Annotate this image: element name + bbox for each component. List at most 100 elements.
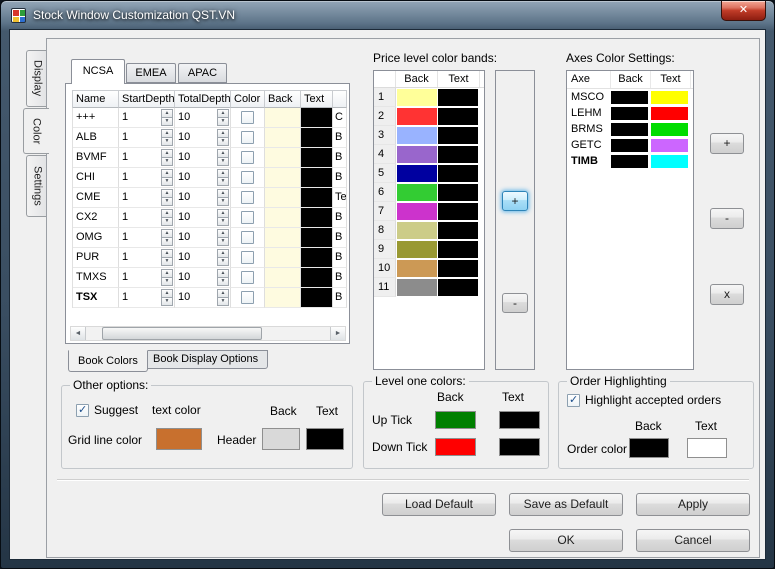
add-axe-button[interactable]: + bbox=[710, 133, 744, 154]
total-depth-cell[interactable]: 10 ▲ ▼ bbox=[175, 188, 231, 208]
start-depth-spinner[interactable]: ▲ ▼ bbox=[161, 109, 173, 126]
spinner-down-icon[interactable]: ▼ bbox=[161, 258, 173, 266]
spinner-up-icon[interactable]: ▲ bbox=[217, 249, 229, 258]
axe-text-swatch[interactable] bbox=[651, 154, 688, 168]
start-depth-spinner[interactable]: ▲ ▼ bbox=[161, 209, 173, 226]
exchange-name-cell[interactable]: CME bbox=[73, 188, 119, 208]
table-row[interactable]: CX2 1 ▲ ▼ 10 ▲ ▼ B bbox=[73, 208, 347, 228]
header-startdepth[interactable]: StartDepth bbox=[119, 90, 175, 108]
spinner-down-icon[interactable]: ▼ bbox=[217, 178, 229, 186]
spinner-down-icon[interactable]: ▼ bbox=[161, 158, 173, 166]
table-row[interactable]: +++ 1 ▲ ▼ 10 ▲ ▼ C bbox=[73, 108, 347, 128]
axe-back-swatch[interactable] bbox=[611, 138, 648, 152]
total-depth-cell[interactable]: 10 ▲ ▼ bbox=[175, 128, 231, 148]
add-band-button[interactable]: + bbox=[502, 191, 528, 211]
back-color-swatch[interactable] bbox=[265, 108, 301, 128]
table-row[interactable]: CME 1 ▲ ▼ 10 ▲ ▼ Te bbox=[73, 188, 347, 208]
table-row[interactable]: OMG 1 ▲ ▼ 10 ▲ ▼ B bbox=[73, 228, 347, 248]
total-depth-cell[interactable]: 10 ▲ ▼ bbox=[175, 268, 231, 288]
back-color-swatch[interactable] bbox=[265, 208, 301, 228]
back-color-swatch[interactable] bbox=[265, 128, 301, 148]
color-checkbox-cell[interactable] bbox=[231, 248, 265, 268]
text-color-swatch[interactable] bbox=[301, 148, 333, 168]
delete-axe-button[interactable]: x bbox=[710, 284, 744, 305]
start-depth-cell[interactable]: 1 ▲ ▼ bbox=[119, 188, 175, 208]
band-text-swatch[interactable] bbox=[438, 222, 478, 239]
spinner-up-icon[interactable]: ▲ bbox=[161, 249, 173, 258]
total-depth-spinner[interactable]: ▲ ▼ bbox=[217, 229, 229, 246]
tab-display[interactable]: Display bbox=[26, 50, 48, 107]
spinner-up-icon[interactable]: ▲ bbox=[217, 209, 229, 218]
total-depth-cell[interactable]: 10 ▲ ▼ bbox=[175, 248, 231, 268]
scroll-right-icon[interactable]: ► bbox=[330, 327, 345, 340]
save-as-default-button[interactable]: Save as Default bbox=[509, 493, 623, 516]
price-band-row[interactable]: 1 bbox=[374, 88, 484, 107]
spinner-up-icon[interactable]: ▲ bbox=[161, 169, 173, 178]
band-text-swatch[interactable] bbox=[438, 203, 478, 220]
back-color-swatch[interactable] bbox=[265, 168, 301, 188]
spinner-up-icon[interactable]: ▲ bbox=[217, 289, 229, 298]
band-text-swatch[interactable] bbox=[438, 108, 478, 125]
axe-name[interactable]: MSCO bbox=[567, 91, 611, 103]
title-bar[interactable]: Stock Window Customization QST.VN ✕ bbox=[1, 1, 774, 29]
exchange-name-cell[interactable]: ALB bbox=[73, 128, 119, 148]
axes-row[interactable]: TIMB bbox=[567, 153, 693, 169]
start-depth-spinner[interactable]: ▲ ▼ bbox=[161, 269, 173, 286]
text-color-swatch[interactable] bbox=[301, 288, 333, 308]
spinner-down-icon[interactable]: ▼ bbox=[161, 298, 173, 306]
total-depth-spinner[interactable]: ▲ ▼ bbox=[217, 249, 229, 266]
start-depth-cell[interactable]: 1 ▲ ▼ bbox=[119, 168, 175, 188]
start-depth-cell[interactable]: 1 ▲ ▼ bbox=[119, 228, 175, 248]
table-row[interactable]: BVMF 1 ▲ ▼ 10 ▲ ▼ B bbox=[73, 148, 347, 168]
axe-name[interactable]: LEHM bbox=[567, 107, 611, 119]
spinner-up-icon[interactable]: ▲ bbox=[161, 109, 173, 118]
spinner-down-icon[interactable]: ▼ bbox=[217, 298, 229, 306]
band-text-swatch[interactable] bbox=[438, 146, 478, 163]
color-checkbox-cell[interactable] bbox=[231, 168, 265, 188]
load-default-button[interactable]: Load Default bbox=[382, 493, 496, 516]
back-color-swatch[interactable] bbox=[265, 268, 301, 288]
spinner-up-icon[interactable]: ▲ bbox=[161, 269, 173, 278]
price-band-row[interactable]: 11 bbox=[374, 278, 484, 297]
spinner-down-icon[interactable]: ▼ bbox=[161, 238, 173, 246]
color-checkbox[interactable] bbox=[241, 151, 254, 164]
price-band-row[interactable]: 6 bbox=[374, 183, 484, 202]
spinner-down-icon[interactable]: ▼ bbox=[217, 138, 229, 146]
total-depth-spinner[interactable]: ▲ ▼ bbox=[217, 149, 229, 166]
tab-color[interactable]: Color bbox=[23, 108, 49, 154]
text-color-swatch[interactable] bbox=[301, 228, 333, 248]
tab-emea[interactable]: EMEA bbox=[126, 63, 176, 83]
total-depth-cell[interactable]: 10 ▲ ▼ bbox=[175, 148, 231, 168]
highlight-accepted-orders-checkbox[interactable]: ✓ bbox=[567, 394, 580, 407]
cancel-button[interactable]: Cancel bbox=[636, 529, 750, 552]
total-depth-spinner[interactable]: ▲ ▼ bbox=[217, 209, 229, 226]
color-checkbox-cell[interactable] bbox=[231, 208, 265, 228]
tick-back-swatch[interactable] bbox=[435, 410, 477, 429]
header-text-swatch[interactable] bbox=[306, 428, 344, 450]
axes-row[interactable]: LEHM bbox=[567, 105, 693, 121]
start-depth-spinner[interactable]: ▲ ▼ bbox=[161, 129, 173, 146]
band-back-swatch[interactable] bbox=[397, 279, 437, 296]
axe-name[interactable]: GETC bbox=[567, 139, 611, 151]
total-depth-spinner[interactable]: ▲ ▼ bbox=[217, 129, 229, 146]
band-back-swatch[interactable] bbox=[397, 146, 437, 163]
order-back-swatch[interactable] bbox=[629, 438, 669, 458]
grid-line-color-swatch[interactable] bbox=[156, 428, 202, 450]
spinner-up-icon[interactable]: ▲ bbox=[161, 189, 173, 198]
suggest-text-color-checkbox[interactable]: ✓ bbox=[76, 404, 89, 417]
price-band-row[interactable]: 5 bbox=[374, 164, 484, 183]
tab-book-display-options[interactable]: Book Display Options bbox=[143, 350, 269, 369]
color-checkbox-cell[interactable] bbox=[231, 148, 265, 168]
horizontal-scrollbar[interactable]: ◄ ► bbox=[70, 326, 346, 341]
start-depth-spinner[interactable]: ▲ ▼ bbox=[161, 189, 173, 206]
color-checkbox-cell[interactable] bbox=[231, 188, 265, 208]
start-depth-cell[interactable]: 1 ▲ ▼ bbox=[119, 128, 175, 148]
band-text-swatch[interactable] bbox=[438, 89, 478, 106]
tab-book-colors[interactable]: Book Colors bbox=[68, 350, 148, 372]
scroll-left-icon[interactable]: ◄ bbox=[71, 327, 86, 340]
band-back-swatch[interactable] bbox=[397, 222, 437, 239]
axe-back-swatch[interactable] bbox=[611, 90, 648, 104]
spinner-down-icon[interactable]: ▼ bbox=[161, 138, 173, 146]
spinner-down-icon[interactable]: ▼ bbox=[161, 278, 173, 286]
total-depth-spinner[interactable]: ▲ ▼ bbox=[217, 109, 229, 126]
